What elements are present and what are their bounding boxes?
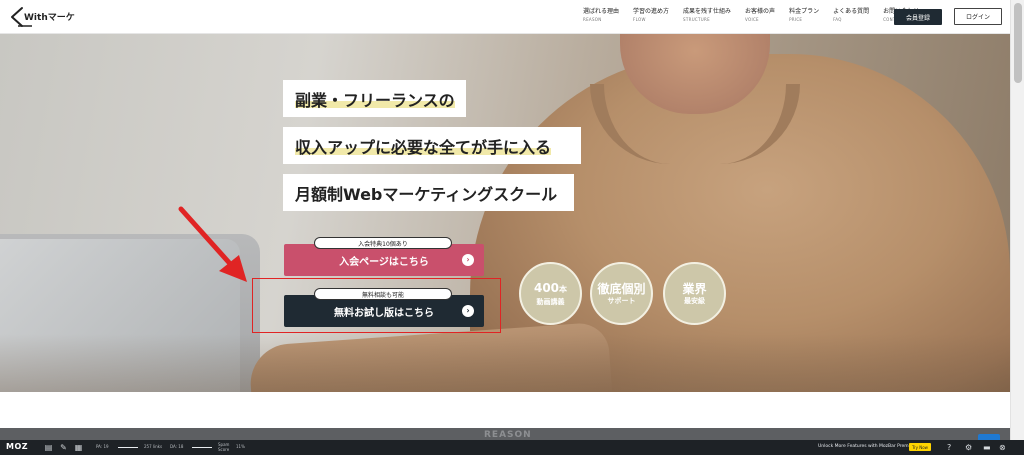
feature-badge-price: 業界 最安級 xyxy=(663,262,726,325)
try-premium-button[interactable]: Try Now xyxy=(909,443,931,451)
help-icon[interactable]: ? xyxy=(947,442,951,453)
da-meter xyxy=(192,447,212,448)
headline-line-1: 副業・フリーランスの xyxy=(283,80,466,117)
logo-text: Withマーケ xyxy=(24,12,75,23)
nav-label: 選ばれる理由 xyxy=(583,8,620,15)
feature-badge-videos: 400本 動画講義 xyxy=(519,262,582,325)
reason-section-title: REASON xyxy=(484,430,532,440)
site-logo[interactable]: Withマーケ xyxy=(8,6,75,28)
nav-item-faq[interactable]: よくある質問 FAQ xyxy=(833,7,869,24)
page-scrollbar[interactable] xyxy=(1010,0,1024,440)
member-register-button[interactable]: 会員登録 xyxy=(894,9,942,25)
nav-sublabel: REASON xyxy=(583,17,602,22)
spam-score-value: 11% xyxy=(236,444,245,449)
chevron-right-icon: › xyxy=(462,254,474,266)
headline-line-2: 収入アップに必要な全てが手に入る xyxy=(283,127,581,164)
annotation-arrow-icon xyxy=(178,206,247,282)
nav-item-flow[interactable]: 学習の進め方 FLOW xyxy=(633,7,669,24)
scrollbar-thumb[interactable] xyxy=(1014,3,1022,83)
main-nav: 選ばれる理由 REASON 学習の進め方 FLOW 成果を残す仕組み STRUC… xyxy=(583,7,933,24)
moz-logo[interactable]: MOZ xyxy=(6,442,28,451)
feature-badge-support: 徹底個別 サポート xyxy=(590,262,653,325)
pa-meter xyxy=(118,447,138,448)
nav-label: 料金プラン xyxy=(789,8,820,15)
feature-small-text: 動画講義 xyxy=(536,297,565,306)
headline-text-1: 副業・フリーランスの xyxy=(295,86,455,111)
export-icon[interactable]: ▦ xyxy=(74,443,83,452)
feature-big-text: 徹底個別 xyxy=(597,281,646,296)
nav-sublabel: PRICE xyxy=(789,17,803,22)
mozbar-toolbar: MOZ ▤ ✎ ▦ PA: 19 257 links DA: 18 Spam S… xyxy=(0,440,1024,455)
nav-label: お客様の声 xyxy=(745,8,776,15)
highlighter-icon[interactable]: ✎ xyxy=(59,443,68,452)
site-header: Withマーケ 選ばれる理由 REASON 学習の進め方 FLOW 成果を残す仕… xyxy=(0,0,1010,34)
join-page-label: 入会ページはこちら xyxy=(339,256,429,268)
spam-score-label: Spam Score xyxy=(218,442,230,452)
nav-sublabel: STRUCTURE xyxy=(683,17,710,22)
page-analysis-icon[interactable]: ▤ xyxy=(44,443,53,452)
mozbar-upsell-text: Unlock More Features with MozBar Premium xyxy=(818,444,918,449)
feature-unit: 本 xyxy=(559,284,568,294)
links-count: 257 links xyxy=(144,444,163,449)
nav-sublabel: FLOW xyxy=(633,17,646,22)
headline-text-2: 収入アップに必要な全てが手に入る xyxy=(295,133,552,158)
hero-section xyxy=(0,34,1010,392)
nav-label: よくある質問 xyxy=(833,8,870,15)
feature-big-text: 業界 xyxy=(682,281,707,296)
page-authority-value: PA: 19 xyxy=(96,444,109,449)
login-button[interactable]: ログイン xyxy=(954,8,1002,25)
nav-sublabel: VOICE xyxy=(745,17,759,22)
gear-icon[interactable]: ⚙ xyxy=(965,442,972,453)
feature-big-text: 400本 xyxy=(534,281,567,297)
join-bonus-badge: 入会特典10個あり xyxy=(314,237,452,249)
nav-item-structure[interactable]: 成果を残す仕組み STRUCTURE xyxy=(683,7,731,24)
hero-shadow xyxy=(0,334,1010,392)
nav-item-reason[interactable]: 選ばれる理由 REASON xyxy=(583,7,619,24)
annotation-highlight-box xyxy=(252,278,501,333)
domain-authority-value: DA: 18 xyxy=(170,444,184,449)
nav-label: 学習の進め方 xyxy=(633,8,670,15)
feature-small-text: 最安級 xyxy=(684,296,705,305)
close-icon[interactable]: ⊗ xyxy=(999,442,1006,453)
menu-icon[interactable]: ▬ xyxy=(983,442,991,453)
feature-small-text: サポート xyxy=(607,296,636,305)
nav-item-price[interactable]: 料金プラン PRICE xyxy=(789,7,819,24)
nav-item-voice[interactable]: お客様の声 VOICE xyxy=(745,7,775,24)
nav-sublabel: FAQ xyxy=(833,17,842,22)
feature-number: 400 xyxy=(533,280,560,295)
nav-label: 成果を残す仕組み xyxy=(683,8,732,15)
headline-text-3: 月額制Webマーケティングスクール xyxy=(295,184,558,204)
headline-line-3: 月額制Webマーケティングスクール xyxy=(283,174,574,211)
